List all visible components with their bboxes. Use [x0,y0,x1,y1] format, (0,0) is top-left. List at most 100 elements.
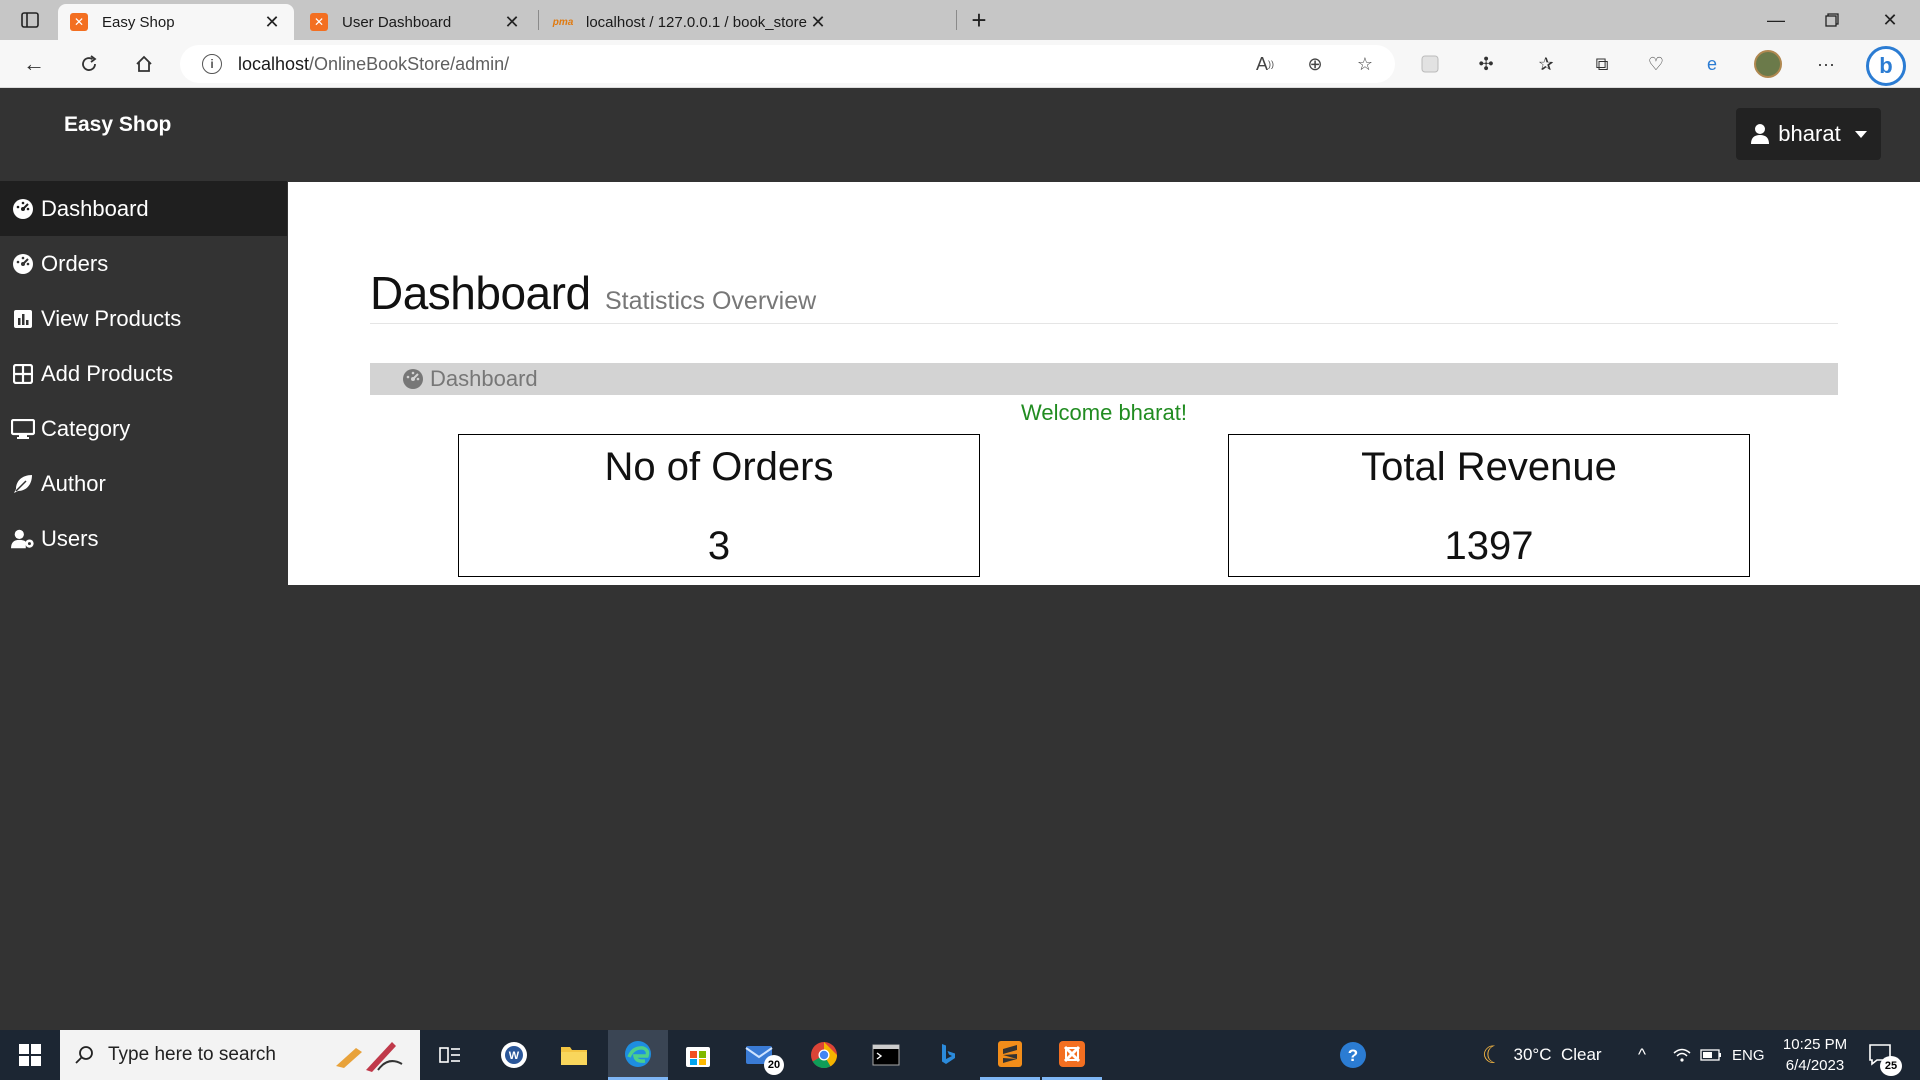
file-explorer-icon[interactable] [544,1030,604,1080]
desktop-icon [11,417,35,441]
top-navbar: Easy Shop bharat [0,89,1920,181]
tab-title: Easy Shop [102,13,175,31]
tab-separator [956,10,957,30]
profile-avatar-icon[interactable] [1752,50,1784,78]
browser-tab-phpmyadmin[interactable]: pma localhost / 127.0.0.1 / book_store ✕ [542,4,952,40]
page-title: Dashboard [370,267,591,319]
extension-icon[interactable] [1414,50,1446,78]
bing-icon[interactable] [918,1030,978,1080]
edge-browser-icon[interactable] [608,1030,668,1080]
xampp-icon: ✕ [310,13,328,31]
weather-widget[interactable]: ☾ 30°C Clear [1482,1030,1602,1080]
browser-tab-easy-shop[interactable]: ✕ Easy Shop ✕ [58,4,294,40]
tab-close-icon[interactable]: ✕ [502,12,522,33]
phpmyadmin-icon: pma [552,16,574,28]
word-app-icon[interactable]: W [484,1030,544,1080]
sidebar-item-category[interactable]: Category [0,401,287,456]
stat-label: Total Revenue [1361,445,1617,489]
chrome-icon[interactable] [794,1030,854,1080]
close-window-icon[interactable]: ✕ [1862,0,1918,40]
browser-essentials-icon[interactable]: ♡ [1640,50,1672,78]
sidebar-item-label: Users [41,525,99,551]
stat-card-orders: No of Orders 3 [458,434,980,577]
windows-taskbar: Type here to search W 20 ? ☾ 30°C Clear [0,1030,1920,1080]
main-content: Dashboard Statistics Overview Dashboard … [288,182,1920,585]
search-highlight-icon [336,1042,403,1072]
brand-link[interactable]: Easy Shop [64,113,171,137]
sidebar: Dashboard Orders View Products Add Produ… [0,181,287,566]
mail-app-icon[interactable]: 20 [730,1030,790,1080]
search-icon [74,1045,94,1065]
help-icon[interactable]: ? [1338,1030,1368,1080]
page: Easy Shop bharat Dashboard Orders View P… [0,89,1920,1030]
taskbar-search-input[interactable]: Type here to search [60,1030,420,1080]
weather-text: 30°C Clear [1513,1045,1602,1064]
favorites-icon[interactable]: ✰ [1530,50,1562,78]
terminal-icon[interactable] [856,1030,916,1080]
favorite-star-icon[interactable]: ☆ [1351,50,1379,78]
notification-center-icon[interactable]: 25 [1868,1030,1902,1080]
zoom-icon[interactable]: ⊕ [1301,50,1329,78]
stat-value: 3 [707,524,731,568]
read-aloud-icon[interactable]: A)) [1251,50,1279,78]
tab-close-icon[interactable]: ✕ [262,12,282,33]
sidebar-item-view-products[interactable]: View Products [0,291,287,346]
restore-icon[interactable] [1804,0,1860,40]
bing-chat-icon[interactable]: b [1866,46,1906,86]
sidebar-item-orders[interactable]: Orders [0,236,287,291]
svg-text:?: ? [1348,1046,1358,1065]
site-info-icon[interactable]: i [202,54,222,74]
user-name: bharat [1778,121,1841,146]
dashboard-icon [402,368,424,390]
sidebar-item-label: Author [41,470,106,496]
show-hidden-icons[interactable]: ^ [1638,1030,1646,1080]
minimize-icon[interactable]: — [1748,0,1804,40]
dashboard-icon [11,252,35,276]
caret-down-icon [1854,130,1867,138]
address-bar[interactable]: i localhost/OnlineBookStore/admin/ [180,45,1395,83]
tab-actions-menu-icon[interactable] [14,8,46,32]
user-dropdown-button[interactable]: bharat [1736,108,1881,160]
battery-icon[interactable] [1700,1030,1722,1080]
extensions-puzzle-icon[interactable]: ✣ [1470,50,1502,78]
sidebar-item-users[interactable]: Users [0,511,287,566]
moon-icon: ☾ [1482,1041,1504,1069]
new-tab-icon[interactable]: + [964,5,994,35]
wifi-icon[interactable] [1672,1030,1692,1080]
collections-icon[interactable]: ⧉ [1586,50,1618,78]
svg-text:W: W [509,1050,520,1062]
microsoft-store-icon[interactable] [668,1030,728,1080]
windows-start-icon[interactable] [0,1030,60,1080]
tab-title: User Dashboard [342,13,452,31]
stat-label: No of Orders [604,445,834,489]
internet-explorer-mode-icon[interactable]: e [1696,50,1728,78]
sidebar-item-label: Add Products [41,360,174,386]
sidebar-item-label: View Products [41,305,182,331]
mail-badge: 20 [764,1055,784,1075]
tab-close-icon[interactable]: ✕ [808,12,828,33]
back-icon[interactable]: ← [16,48,52,80]
xampp-icon: ✕ [70,13,88,31]
search-placeholder: Type here to search [108,1044,276,1065]
sidebar-item-add-products[interactable]: Add Products [0,346,287,401]
language-indicator[interactable]: ENG [1732,1030,1765,1080]
refresh-icon[interactable] [71,48,107,80]
sublime-text-icon[interactable] [980,1030,1040,1080]
grid-icon [11,362,35,386]
tab-title: localhost / 127.0.0.1 / book_store [586,13,807,31]
task-view-icon[interactable] [420,1030,480,1080]
browser-tab-user-dashboard[interactable]: ✕ User Dashboard ✕ [298,4,534,40]
sidebar-item-label: Dashboard [41,195,149,221]
settings-more-icon[interactable]: ··· [1810,50,1842,78]
system-clock[interactable]: 10:25 PM 6/4/2023 [1770,1034,1860,1076]
user-icon [1751,124,1770,144]
sidebar-item-dashboard[interactable]: Dashboard [0,181,287,236]
page-subtitle: Statistics Overview [605,287,817,315]
sidebar-item-author[interactable]: Author [0,456,287,511]
url-path: /OnlineBookStore/admin/ [309,53,510,74]
url-text: localhost/OnlineBookStore/admin/ [238,54,509,75]
xampp-control-icon[interactable] [1042,1030,1102,1080]
sidebar-item-label: Category [41,415,131,441]
browser-tab-bar: ✕ Easy Shop ✕ ✕ User Dashboard ✕ pma loc… [0,0,1920,40]
home-icon[interactable] [126,48,162,80]
